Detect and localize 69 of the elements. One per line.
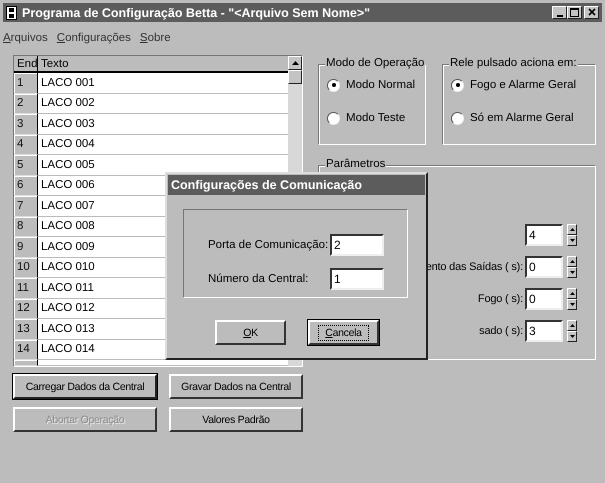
spin-buttons[interactable]: [567, 320, 577, 342]
command-button[interactable]: Carregar Dados da Central: [13, 374, 157, 399]
row-number: 8: [14, 216, 38, 237]
input-field[interactable]: 3: [525, 320, 563, 342]
row-number: 12: [14, 298, 38, 319]
row-number: 13: [14, 319, 38, 340]
row-number: 4: [14, 134, 38, 155]
radio-button[interactable]: [451, 78, 464, 92]
group-title: Rele pulsado aciona em:: [449, 57, 578, 69]
up-arrow-icon: [292, 61, 298, 65]
input-field[interactable]: 2: [330, 234, 384, 256]
spin-buttons[interactable]: [567, 224, 577, 246]
radio-button[interactable]: [327, 112, 340, 124]
row-number: 11: [14, 278, 38, 298]
table-cell[interactable]: LACO 004: [38, 134, 288, 155]
down-arrow-icon: [570, 239, 574, 242]
command-button[interactable]: Valores Padrão: [169, 407, 303, 432]
row-number: 2: [14, 94, 38, 114]
down-arrow-icon: [570, 303, 574, 306]
table-cell[interactable]: LACO 005: [38, 155, 288, 176]
row-number: 3: [14, 114, 38, 134]
command-button[interactable]: Gravar Dados na Central: [169, 374, 303, 399]
up-arrow-icon: [570, 292, 574, 295]
radio-label[interactable]: Só em Alarme Geral: [470, 112, 574, 124]
row-number: 14: [14, 340, 38, 360]
window-title: Programa de Configuração Betta - "<Arquivo Sem Nome>": [22, 6, 372, 20]
app-icon: [6, 6, 17, 20]
radio-button[interactable]: [451, 112, 464, 124]
menu-item[interactable]: Configurações: [56, 32, 131, 46]
radio-label[interactable]: Modo Normal: [346, 79, 416, 91]
row-number: 7: [14, 196, 38, 216]
close-button[interactable]: [584, 6, 599, 19]
input-field[interactable]: 0: [525, 256, 563, 278]
down-arrow-icon: [570, 271, 574, 274]
menu-item[interactable]: Sobre: [140, 32, 171, 46]
parameter-label: Fogo ( s):: [478, 293, 523, 305]
dialog-button[interactable]: OK: [215, 320, 286, 345]
table-cell[interactable]: LACO 003: [38, 114, 288, 134]
column-header: Texto: [38, 56, 288, 73]
input-field[interactable]: 4: [525, 224, 563, 246]
input-field[interactable]: 1: [330, 268, 384, 290]
scroll-thumb[interactable]: [288, 70, 302, 84]
spin-buttons[interactable]: [567, 256, 577, 278]
table-cell[interactable]: LACO 002: [38, 94, 288, 114]
row-number: 9: [14, 237, 38, 258]
table-cell[interactable]: LACO 001: [38, 73, 288, 94]
row-number: 6: [14, 176, 38, 196]
row-number: 1: [14, 73, 38, 94]
group-title: Modo de Operação: [325, 57, 426, 69]
row-number: 5: [14, 155, 38, 176]
close-icon: [588, 8, 596, 16]
radio-label[interactable]: Modo Teste: [346, 112, 406, 124]
radio-button[interactable]: [327, 78, 340, 92]
up-arrow-icon: [570, 228, 574, 231]
down-arrow-icon: [570, 335, 574, 338]
dialog-button[interactable]: Cancela: [308, 320, 379, 345]
up-arrow-icon: [570, 260, 574, 263]
row-number: 10: [14, 258, 38, 278]
input-field[interactable]: 0: [525, 288, 563, 310]
up-arrow-icon: [570, 324, 574, 327]
spin-buttons[interactable]: [567, 288, 577, 310]
radio-label[interactable]: Fogo e Alarme Geral: [470, 79, 576, 91]
maximize-button[interactable]: [567, 6, 582, 19]
parameter-label: sado ( s):: [479, 325, 523, 337]
maximize-icon: [570, 8, 579, 17]
menu-item[interactable]: Arquivos: [3, 32, 48, 46]
column-header: End: [14, 56, 38, 73]
group-title: Parâmetros: [325, 158, 386, 170]
minimize-button[interactable]: [552, 6, 567, 19]
